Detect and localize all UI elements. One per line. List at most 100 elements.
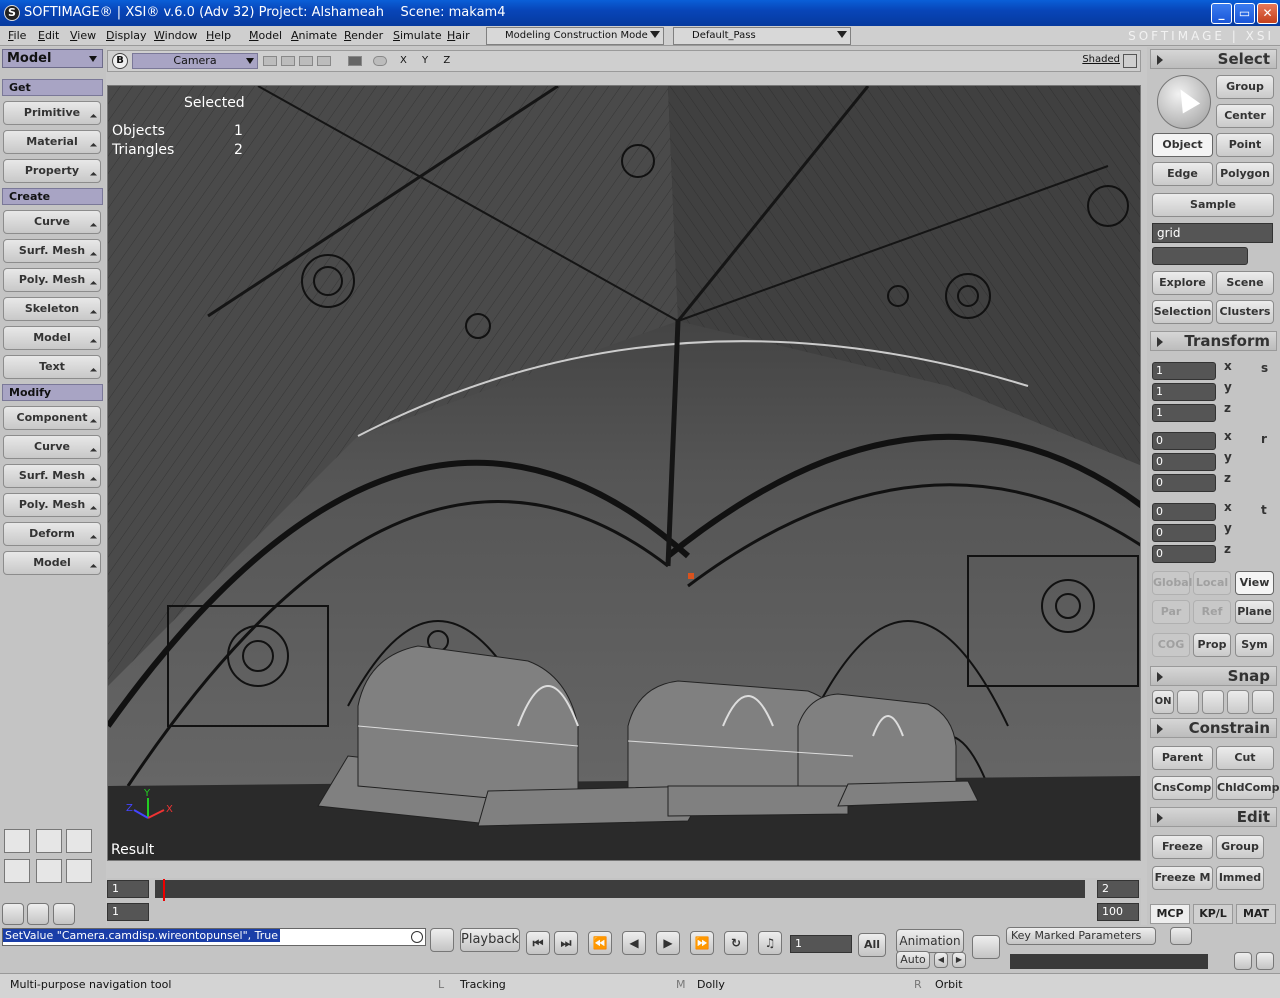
tab-mat[interactable]: MAT <box>1236 904 1276 924</box>
prop-button[interactable]: Prop <box>1193 633 1231 657</box>
timeline-range-end-field[interactable]: 100 <box>1097 903 1139 921</box>
all-button[interactable]: All <box>858 933 886 957</box>
go-end-icon[interactable]: ⏩ <box>690 931 714 955</box>
snap-curve-icon[interactable] <box>1202 690 1224 714</box>
edge-button[interactable]: Edge <box>1152 162 1213 186</box>
rotate-x-label[interactable]: x <box>1224 429 1232 443</box>
snap-circle-icon[interactable] <box>1227 690 1249 714</box>
ref-button[interactable]: Ref <box>1193 600 1231 624</box>
freeze-m-button[interactable]: Freeze M <box>1152 866 1213 890</box>
constrain-header[interactable]: Constrain <box>1150 718 1277 738</box>
lock-icon[interactable] <box>1256 952 1274 970</box>
rotate-y-field[interactable]: 0 <box>1152 453 1216 471</box>
global-button[interactable]: Global <box>1152 571 1192 595</box>
explore-button[interactable]: Explore <box>1152 271 1213 295</box>
edit-header[interactable]: Edit <box>1150 807 1277 827</box>
par-button[interactable]: Par <box>1152 600 1190 624</box>
sym-button[interactable]: Sym <box>1235 633 1274 657</box>
menu-edit[interactable]: Edit <box>38 29 59 42</box>
animation-menu[interactable]: Animation <box>896 929 964 953</box>
3d-viewport[interactable]: Z Y X Selected Objects 1 Triangles 2 Res… <box>107 85 1141 861</box>
maximize-button[interactable]: ▭ <box>1234 3 1255 24</box>
select-center-button[interactable]: Center <box>1216 104 1274 128</box>
cnscomp-button[interactable]: CnsComp <box>1152 776 1213 800</box>
primitive-button[interactable]: Primitive <box>3 101 101 125</box>
auto-key-button[interactable]: Auto <box>896 951 930 969</box>
material-button[interactable]: Material <box>3 130 101 154</box>
rotate-x-field[interactable]: 0 <box>1152 432 1216 450</box>
scale-label[interactable]: s <box>1261 361 1268 375</box>
sample-button[interactable]: Sample <box>1152 193 1274 217</box>
modify-curve-button[interactable]: Curve <box>3 435 101 459</box>
layout-panels-icon[interactable] <box>66 859 92 883</box>
axes-label[interactable]: X Y Z <box>400 55 456 66</box>
rotate-z-field[interactable]: 0 <box>1152 474 1216 492</box>
loop-icon[interactable]: ↻ <box>724 931 748 955</box>
deform-button[interactable]: Deform <box>3 522 101 546</box>
text-button[interactable]: Text <box>3 355 101 379</box>
snap-on-button[interactable]: ON <box>1152 690 1174 714</box>
translate-y-label[interactable]: y <box>1224 521 1232 535</box>
select-secondary-field[interactable] <box>1152 247 1248 265</box>
scale-x-field[interactable]: 1 <box>1152 362 1216 380</box>
point-button[interactable]: Point <box>1216 133 1274 157</box>
menu-help[interactable]: Help <box>206 29 231 42</box>
timeline-range-start-field[interactable]: 1 <box>107 903 149 921</box>
freeze-button[interactable]: Freeze <box>1152 835 1213 859</box>
key-marked-parameters-button[interactable]: Key Marked Parameters <box>1006 927 1156 945</box>
modify-poly-mesh-button[interactable]: Poly. Mesh <box>3 493 101 517</box>
chldcomp-button[interactable]: ChldComp <box>1216 776 1280 800</box>
section-modify[interactable]: Modify <box>2 384 103 401</box>
menu-render[interactable]: Render <box>344 29 383 42</box>
camera-select[interactable]: Camera <box>132 53 258 69</box>
current-frame-field[interactable]: 1 <box>790 935 852 953</box>
snap-grid-icon[interactable] <box>1252 690 1274 714</box>
menu-file[interactable]: File <box>8 29 26 42</box>
view-button[interactable]: View <box>1235 571 1274 595</box>
parameter-slider[interactable] <box>1010 954 1208 969</box>
timeline-start-field[interactable]: 1 <box>107 880 149 898</box>
layout-split-icon[interactable] <box>36 829 62 853</box>
menu-simulate[interactable]: Simulate <box>393 29 442 42</box>
create-surf-mesh-button[interactable]: Surf. Mesh <box>3 239 101 263</box>
scale-y-field[interactable]: 1 <box>1152 383 1216 401</box>
palette-icon[interactable] <box>53 903 75 925</box>
key-icon[interactable] <box>972 935 1000 959</box>
snap-header[interactable]: Snap <box>1150 666 1277 686</box>
play-forward-icon[interactable]: ▶ <box>656 931 680 955</box>
select-header[interactable]: Select <box>1150 49 1277 69</box>
minimize-button[interactable]: _ <box>1211 3 1232 24</box>
rotate-label[interactable]: r <box>1261 432 1267 446</box>
timeline-track[interactable] <box>155 880 1085 898</box>
modify-surf-mesh-button[interactable]: Surf. Mesh <box>3 464 101 488</box>
close-button[interactable]: ✕ <box>1257 3 1278 24</box>
eye-icon[interactable] <box>373 56 387 66</box>
first-frame-icon[interactable]: ⏮ <box>526 931 550 955</box>
menu-view[interactable]: View <box>70 29 96 42</box>
pass-select[interactable]: Default_Pass <box>673 27 851 45</box>
scale-x-label[interactable]: x <box>1224 359 1232 373</box>
menu-display[interactable]: Display <box>106 29 147 42</box>
scale-z-field[interactable]: 1 <box>1152 404 1216 422</box>
immed-button[interactable]: Immed <box>1216 866 1264 890</box>
play-backward-icon[interactable]: ◀ <box>622 931 646 955</box>
create-model-button[interactable]: Model <box>3 326 101 350</box>
tab-kpl[interactable]: KP/L <box>1193 904 1233 924</box>
clusters-button[interactable]: Clusters <box>1216 300 1274 324</box>
viewport-b-button[interactable]: B <box>112 53 128 69</box>
property-button[interactable]: Property <box>3 159 101 183</box>
display-mode-menu[interactable]: Shaded <box>1082 54 1120 65</box>
plane-button[interactable]: Plane <box>1235 600 1274 624</box>
rotate-z-label[interactable]: z <box>1224 471 1231 485</box>
layout-four-icon[interactable] <box>66 829 92 853</box>
cut-button[interactable]: Cut <box>1216 746 1274 770</box>
go-start-icon[interactable]: ⏪ <box>588 931 612 955</box>
section-get[interactable]: Get <box>2 79 103 96</box>
view-toggle-3[interactable] <box>299 56 313 66</box>
playback-menu[interactable]: Playback <box>460 928 520 952</box>
select-arrow-icon[interactable] <box>1157 75 1211 129</box>
transform-header[interactable]: Transform <box>1150 331 1277 351</box>
snap-point-icon[interactable] <box>1177 690 1199 714</box>
selection-tool-icon[interactable] <box>2 903 24 925</box>
command-line[interactable]: SetValue "Camera.camdisp.wireontopunsel"… <box>2 928 426 946</box>
